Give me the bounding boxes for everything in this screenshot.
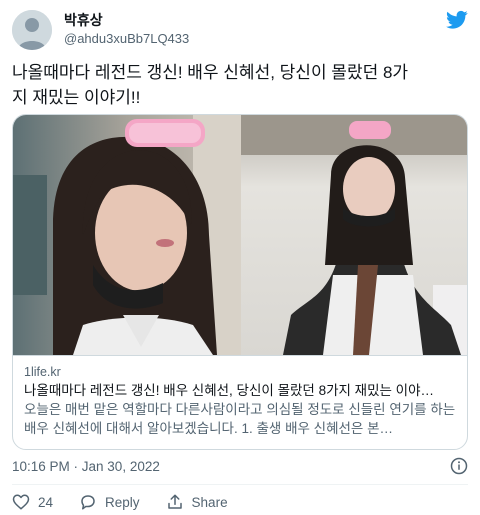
reply-bubble-icon — [81, 495, 95, 510]
card-description: 오늘은 매번 맡은 역할마다 다른사람이라고 의심될 정도로 신들린 연기를 하… — [24, 402, 456, 436]
card-meta: 1life.kr 나올때마다 레전드 갱신! 배우 신혜선, 당신이 몰랐던 8… — [13, 355, 467, 449]
card-domain: 1life.kr — [24, 365, 61, 379]
reply-button[interactable]: Reply — [79, 493, 140, 511]
share-label: Share — [191, 494, 228, 510]
like-button[interactable]: 24 — [12, 493, 53, 511]
tweet-timestamp[interactable]: 10:16 PM · Jan 30, 2022 — [12, 458, 160, 476]
divider — [12, 484, 468, 485]
share-button[interactable]: Share — [166, 493, 228, 511]
share-icon — [167, 494, 182, 509]
link-preview-card[interactable]: 1life.kr 나올때마다 레전드 갱신! 배우 신혜선, 당신이 몰랐던 8… — [12, 114, 468, 450]
card-title: 나올때마다 레전드 갱신! 배우 신혜선, 당신이 몰랐던 8가지 재밌는 이야… — [24, 383, 435, 398]
tweet-text-line-2: 지 재밌는 이야기!! — [12, 88, 141, 107]
author-name[interactable]: 박휴상 — [64, 11, 103, 29]
tweet-header: 박휴상 @ahdu3xuBb7LQ433 — [12, 10, 468, 50]
twitter-bird-icon[interactable] — [446, 10, 468, 30]
tweet-actions: 24 Reply Share — [12, 492, 254, 512]
like-count: 24 — [38, 494, 54, 510]
author-handle[interactable]: @ahdu3xuBb7LQ433 — [64, 30, 189, 48]
avatar[interactable] — [12, 10, 52, 50]
default-avatar-icon — [12, 10, 52, 50]
heart-icon — [12, 494, 30, 510]
reply-label: Reply — [105, 494, 140, 510]
tweet-text: 나올때마다 레전드 갱신! 배우 신혜선, 당신이 몰랐던 8가 지 재밌는 이… — [12, 60, 468, 110]
card-thumbnail-image[interactable] — [13, 115, 468, 355]
info-icon[interactable] — [450, 457, 468, 475]
tweet-text-line-1: 나올때마다 레전드 갱신! 배우 신혜선, 당신이 몰랐던 8가 — [12, 63, 409, 82]
